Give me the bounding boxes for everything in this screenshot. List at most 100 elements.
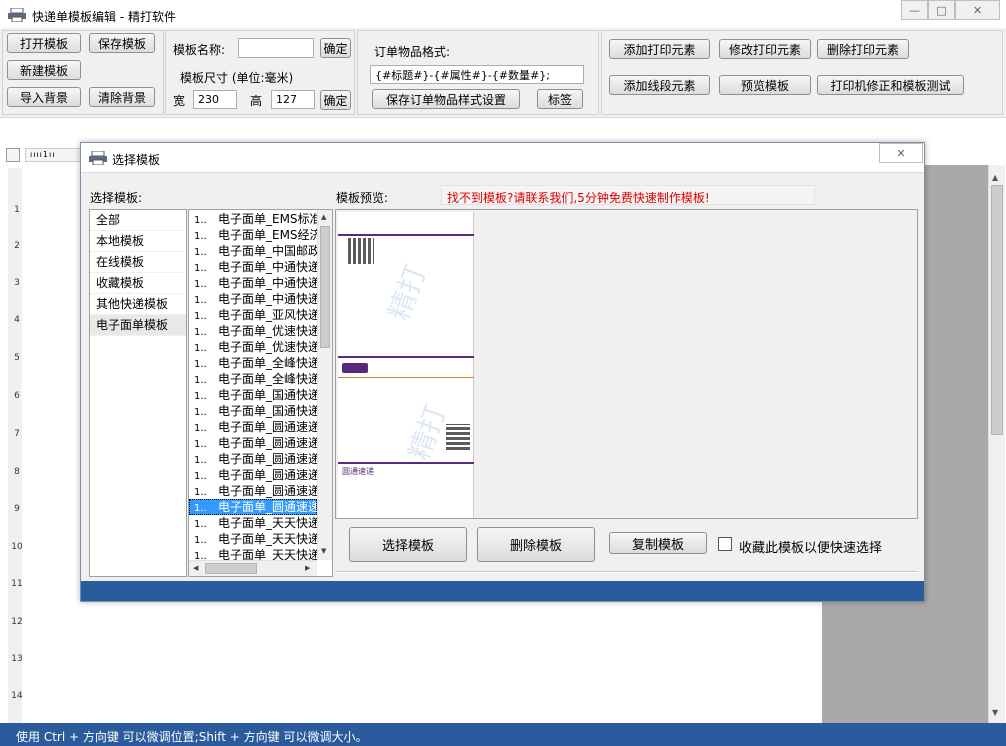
- scroll-up-arrow-icon[interactable]: ▲: [992, 173, 998, 182]
- category-item-electronic[interactable]: 电子面单模板: [90, 315, 186, 336]
- maximize-button[interactable]: □: [928, 0, 955, 20]
- template-list-vscrollbar[interactable]: ▲ ▼: [317, 210, 332, 560]
- template-list-hscrollbar[interactable]: ◀ ▶: [189, 560, 317, 576]
- notice-banner[interactable]: 找不到模板?请联系我们,5分钟免费快速制作模板!: [441, 185, 815, 205]
- delete-template-button[interactable]: 删除模板: [477, 527, 595, 562]
- dialog-title: 选择模板: [112, 153, 161, 167]
- template-item[interactable]: 1.. 电子面单_圆通速递: [189, 467, 317, 483]
- minimize-button[interactable]: —: [901, 0, 928, 20]
- scroll-right-arrow-icon[interactable]: ▶: [305, 564, 310, 572]
- template-item[interactable]: 1.. 电子面单_圆通速递: [189, 435, 317, 451]
- template-item[interactable]: 1.. 电子面单_中通快递: [189, 259, 317, 275]
- select-template-dialog: 选择模板 ✕ 选择模板: 模板预览: 找不到模板?请联系我们,5分钟免费快速制作…: [80, 142, 925, 602]
- width-label: 宽: [173, 94, 186, 108]
- ruler-number: 3: [14, 278, 20, 288]
- save-order-format-button[interactable]: 保存订单物品样式设置: [372, 89, 520, 109]
- preview-watermark: 精打: [402, 400, 453, 465]
- ruler-number: 10: [11, 542, 23, 552]
- scroll-up-arrow-icon[interactable]: ▲: [321, 213, 326, 221]
- preview-divider-mid: [338, 356, 474, 358]
- template-item-name: 电子面单_天天快递: [218, 532, 317, 546]
- template-item-index: 1..: [194, 423, 207, 434]
- template-item-index: 1..: [194, 519, 207, 530]
- width-input[interactable]: 230: [193, 90, 237, 109]
- template-item[interactable]: 1.. 电子面单_圆通速递: [189, 483, 317, 499]
- category-item-online[interactable]: 在线模板: [90, 252, 186, 273]
- template-item[interactable]: 1.. 电子面单_EMS经济: [189, 227, 317, 243]
- template-name-confirm-button[interactable]: 确定: [320, 38, 351, 58]
- printer-fix-test-button[interactable]: 打印机修正和模板测试: [817, 75, 964, 95]
- template-list: 1.. 电子面单_EMS标准 1.. 电子面单_EMS经济 1.. 电子面单_中国邮政…: [188, 209, 333, 577]
- size-confirm-button[interactable]: 确定: [320, 90, 351, 110]
- dialog-close-button[interactable]: ✕: [879, 143, 923, 163]
- open-template-button[interactable]: 打开模板: [7, 33, 81, 53]
- category-item-other-express[interactable]: 其他快递模板: [90, 294, 186, 315]
- ruler-number: 9: [14, 504, 20, 514]
- template-item[interactable]: 1.. 电子面单_优速快递: [189, 339, 317, 355]
- ruler-number: 14: [11, 691, 23, 701]
- scroll-thumb[interactable]: [991, 185, 1003, 435]
- template-item[interactable]: 1.. 电子面单_圆通速递: [189, 419, 317, 435]
- template-item-index: 1..: [194, 535, 207, 546]
- template-name-input[interactable]: [238, 38, 314, 58]
- ruler-number: 13: [11, 654, 23, 664]
- template-item-index: 1..: [194, 231, 207, 242]
- template-item[interactable]: 1.. 电子面单_圆通速递: [189, 451, 317, 467]
- template-item[interactable]: 1.. 电子面单_天天快递: [189, 515, 317, 531]
- window-title: 快递单模板编辑 - 精打软件: [32, 10, 176, 24]
- notice-text[interactable]: 找不到模板?请联系我们,5分钟免费快速制作模板!: [447, 189, 710, 206]
- template-item[interactable]: 1.. 电子面单_优速快递: [189, 323, 317, 339]
- tag-button[interactable]: 标签: [537, 89, 583, 109]
- new-template-button[interactable]: 新建模板: [7, 60, 81, 80]
- scroll-left-arrow-icon[interactable]: ◀: [193, 564, 198, 572]
- favorite-checkbox[interactable]: [718, 537, 732, 551]
- favorite-checkbox-label[interactable]: 收藏此模板以便快速选择: [739, 537, 882, 556]
- template-item-name: 电子面单_EMS标准: [218, 212, 317, 226]
- ruler-number: 7: [14, 429, 20, 439]
- preview-divider-top: [338, 234, 474, 236]
- template-item[interactable]: 1.. 电子面单_亚风快递: [189, 307, 317, 323]
- template-item[interactable]: 1.. 电子面单_天天快递: [189, 531, 317, 547]
- template-item[interactable]: 1.. 电子面单_天天快递: [189, 547, 317, 561]
- scroll-down-arrow-icon[interactable]: ▼: [992, 708, 998, 717]
- template-name-label: 模板名称:: [173, 43, 226, 57]
- app-printer-icon: [8, 7, 26, 23]
- template-item-index: 1..: [194, 215, 207, 226]
- category-item-favorites[interactable]: 收藏模板: [90, 273, 186, 294]
- workspace-scrollbar[interactable]: ▲ ▼: [988, 165, 1005, 723]
- category-item-all[interactable]: 全部: [90, 210, 186, 231]
- select-template-label: 选择模板:: [90, 191, 143, 205]
- scroll-hthumb[interactable]: [205, 563, 257, 574]
- height-input[interactable]: 127: [271, 90, 315, 109]
- template-item-index: 1..: [194, 263, 207, 274]
- add-line-element-button[interactable]: 添加线段元素: [609, 75, 710, 95]
- template-item[interactable]: 1.. 电子面单_EMS标准: [189, 211, 317, 227]
- preview-template-button[interactable]: 预览模板: [719, 75, 811, 95]
- template-preview-pane: 圆通速递 精打 精打: [335, 209, 918, 519]
- scroll-thumb[interactable]: [320, 226, 330, 348]
- template-item[interactable]: 1.. 电子面单_中通快递: [189, 291, 317, 307]
- template-item-selected[interactable]: 1.. 电子面单_圆通速递: [189, 499, 317, 515]
- add-print-element-button[interactable]: 添加打印元素: [609, 39, 710, 59]
- template-item[interactable]: 1.. 电子面单_中国邮政: [189, 243, 317, 259]
- template-item[interactable]: 1.. 电子面单_全峰快递: [189, 355, 317, 371]
- delete-print-element-button[interactable]: 删除打印元素: [817, 39, 909, 59]
- template-item[interactable]: 1.. 电子面单_国通快递: [189, 387, 317, 403]
- template-item[interactable]: 1.. 电子面单_中通快递: [189, 275, 317, 291]
- modify-print-element-button[interactable]: 修改打印元素: [719, 39, 811, 59]
- clear-background-button[interactable]: 清除背景: [89, 87, 155, 107]
- import-background-button[interactable]: 导入背景: [7, 87, 81, 107]
- order-format-input[interactable]: {#标题#}-{#属性#}-{#数量#};: [370, 65, 584, 84]
- scroll-down-arrow-icon[interactable]: ▼: [321, 547, 326, 555]
- template-item[interactable]: 1.. 电子面单_国通快递: [189, 403, 317, 419]
- template-item[interactable]: 1.. 电子面单_全峰快递: [189, 371, 317, 387]
- save-template-button[interactable]: 保存模板: [89, 33, 155, 53]
- template-item-index: 1..: [194, 439, 207, 450]
- category-item-local[interactable]: 本地模板: [90, 231, 186, 252]
- select-template-button[interactable]: 选择模板: [349, 527, 467, 562]
- copy-template-button[interactable]: 复制模板: [609, 532, 707, 554]
- close-button[interactable]: ✕: [955, 0, 1000, 20]
- template-item-name: 电子面单_圆通速递: [218, 436, 317, 450]
- preview-footer-text: 圆通速递: [342, 467, 374, 476]
- template-item-name: 电子面单_中通快递: [218, 260, 317, 274]
